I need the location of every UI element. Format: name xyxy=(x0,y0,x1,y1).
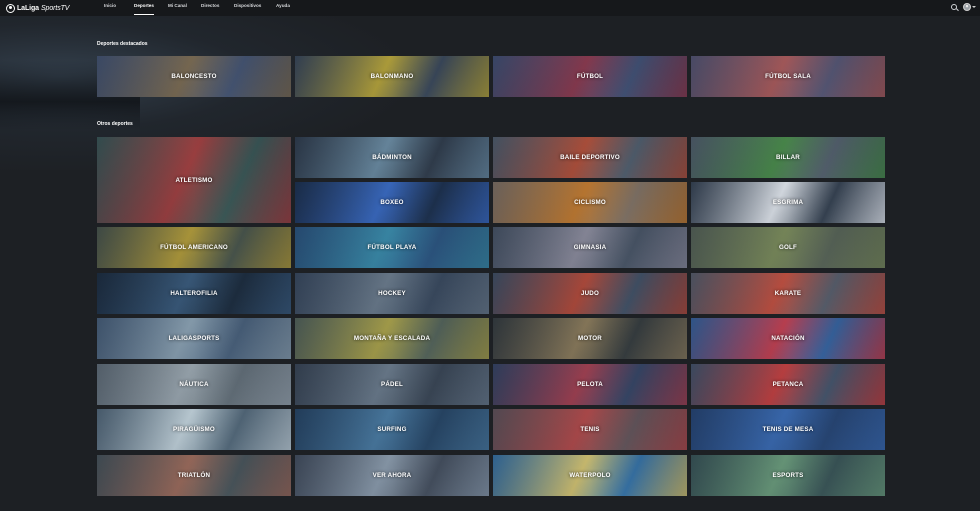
sport-tile-label: KARATE xyxy=(774,290,802,297)
top-navigation-bar: LaLiga SportsTV Inicio Deportes Mi Canal … xyxy=(0,0,980,16)
sport-tile-karate[interactable]: KARATE xyxy=(691,273,885,314)
sport-tile-label: SURFING xyxy=(377,426,407,433)
sport-tile-label: FÚTBOL AMERICANO xyxy=(160,244,228,251)
sport-tile-esports[interactable]: ESPORTS xyxy=(691,455,885,496)
sport-tile-label: NATACIÓN xyxy=(771,335,805,342)
sport-tile-futbol-playa[interactable]: FÚTBOL PLAYA xyxy=(295,227,489,268)
sport-tile-label: TENIS xyxy=(580,426,600,433)
sport-tile-judo[interactable]: JUDO xyxy=(493,273,687,314)
chevron-down-icon[interactable] xyxy=(972,6,976,8)
logo-text-tv: SportsTV xyxy=(40,4,70,12)
nav-item-dispositivos[interactable]: Dispositivos xyxy=(234,0,261,16)
sport-tile-futbol[interactable]: FÚTBOL xyxy=(493,56,687,97)
sport-tile-ver-ahora[interactable]: VER AHORA xyxy=(295,455,489,496)
sport-tile-tenis-de-mesa[interactable]: TENIS DE MESA xyxy=(691,409,885,450)
sport-tile-baloncesto[interactable]: BALONCESTO xyxy=(97,56,291,97)
search-icon[interactable] xyxy=(951,4,957,10)
sport-tile-baile-deportivo[interactable]: BAILE DEPORTIVO xyxy=(493,137,687,178)
sport-tile-label: MOTOR xyxy=(578,335,602,342)
sport-tile-petanca[interactable]: PETANCA xyxy=(691,364,885,405)
sport-tile-label: BAILE DEPORTIVO xyxy=(560,154,620,161)
sport-tile-esgrima[interactable]: ESGRIMA xyxy=(691,182,885,223)
sport-tile-label: FÚTBOL SALA xyxy=(765,73,811,80)
sport-tile-tenis[interactable]: TENIS xyxy=(493,409,687,450)
sport-tile-halterofilia[interactable]: HALTEROFILIA xyxy=(97,273,291,314)
sport-tile-label: PELOTA xyxy=(577,381,603,388)
sport-tile-label: FÚTBOL xyxy=(576,73,604,80)
sport-tile-label: PIRAGÜISMO xyxy=(173,426,215,433)
sport-tile-billar[interactable]: BILLAR xyxy=(691,137,885,178)
sport-tile-label: GOLF xyxy=(779,244,797,251)
sport-tile-montana-y-escalada[interactable]: MONTAÑA Y ESCALADA xyxy=(295,318,489,359)
laliga-sportstv-logo[interactable]: LaLiga SportsTV xyxy=(6,2,69,14)
logo-text-main: LaLiga xyxy=(17,4,39,12)
sport-tile-label: FÚTBOL PLAYA xyxy=(367,244,417,251)
sport-tile-natacion[interactable]: NATACIÓN xyxy=(691,318,885,359)
sport-tile-boxeo[interactable]: BOXEO xyxy=(295,182,489,223)
sport-tile-label: BOXEO xyxy=(380,199,404,206)
sport-tile-label: ATLETISMO xyxy=(175,176,213,184)
sport-tile-pelota[interactable]: PELOTA xyxy=(493,364,687,405)
sport-tile-nautica[interactable]: NÁUTICA xyxy=(97,364,291,405)
sport-tile-label: BÁDMINTON xyxy=(372,154,412,161)
sport-tile-gimnasia[interactable]: GIMNASIA xyxy=(493,227,687,268)
sport-tile-badminton[interactable]: BÁDMINTON xyxy=(295,137,489,178)
nav-item-directos[interactable]: Directos xyxy=(201,0,219,16)
sport-tile-motor[interactable]: MOTOR xyxy=(493,318,687,359)
sport-tile-ciclismo[interactable]: CICLISMO xyxy=(493,182,687,223)
sport-tile-golf[interactable]: GOLF xyxy=(691,227,885,268)
sport-tile-label: VER AHORA xyxy=(372,472,412,479)
nav-item-inicio[interactable]: Inicio xyxy=(104,0,116,16)
sport-tile-label: MONTAÑA Y ESCALADA xyxy=(353,335,431,342)
featured-section-title: Deportes destacados xyxy=(97,41,148,47)
sport-tile-label: ESPORTS xyxy=(772,472,804,479)
sport-tile-label: JUDO xyxy=(581,290,599,297)
sport-tile-triatlon[interactable]: TRIATLÓN xyxy=(97,455,291,496)
sport-tile-label: GIMNASIA xyxy=(573,244,607,251)
sport-tile-label: BALONCESTO xyxy=(171,73,217,80)
nav-item-deportes[interactable]: Deportes xyxy=(134,0,154,16)
sport-tile-label: TENIS DE MESA xyxy=(762,426,814,433)
nav-item-ayuda[interactable]: Ayuda xyxy=(276,0,290,16)
sport-tile-label: BALONMANO xyxy=(370,73,414,80)
sport-tile-atletismo[interactable]: ATLETISMO xyxy=(97,137,291,223)
sport-tile-label: HALTEROFILIA xyxy=(170,290,218,297)
sport-tile-futbol-americano[interactable]: FÚTBOL AMERICANO xyxy=(97,227,291,268)
sport-tile-laligasports[interactable]: LALIGASPORTS xyxy=(97,318,291,359)
sport-tile-label: HOCKEY xyxy=(378,290,406,297)
sport-tile-padel[interactable]: PÁDEL xyxy=(295,364,489,405)
sport-tile-label: BILLAR xyxy=(776,154,800,161)
nav-item-mi-canal[interactable]: Mi Canal xyxy=(168,0,187,16)
sport-tile-label: PETANCA xyxy=(772,381,804,388)
sport-tile-hockey[interactable]: HOCKEY xyxy=(295,273,489,314)
laliga-logo-icon xyxy=(6,3,15,13)
sport-tile-label: PÁDEL xyxy=(381,381,403,388)
others-section-title: Otros deportes xyxy=(97,121,133,127)
sport-tile-label: ESGRIMA xyxy=(772,199,804,206)
sport-tile-waterpolo[interactable]: WATERPOLO xyxy=(493,455,687,496)
sport-tile-label: WATERPOLO xyxy=(569,472,611,479)
sport-tile-surfing[interactable]: SURFING xyxy=(295,409,489,450)
sport-tile-label: TRIATLÓN xyxy=(177,472,211,479)
sport-tile-label: NÁUTICA xyxy=(179,381,209,388)
sport-tile-label: CICLISMO xyxy=(574,199,606,206)
sport-tile-futbol-sala[interactable]: FÚTBOL SALA xyxy=(691,56,885,97)
sport-tile-piraguismo[interactable]: PIRAGÜISMO xyxy=(97,409,291,450)
sport-tile-label: LALIGASPORTS xyxy=(168,335,220,342)
sport-tile-balonmano[interactable]: BALONMANO xyxy=(295,56,489,97)
user-avatar[interactable] xyxy=(963,3,971,11)
